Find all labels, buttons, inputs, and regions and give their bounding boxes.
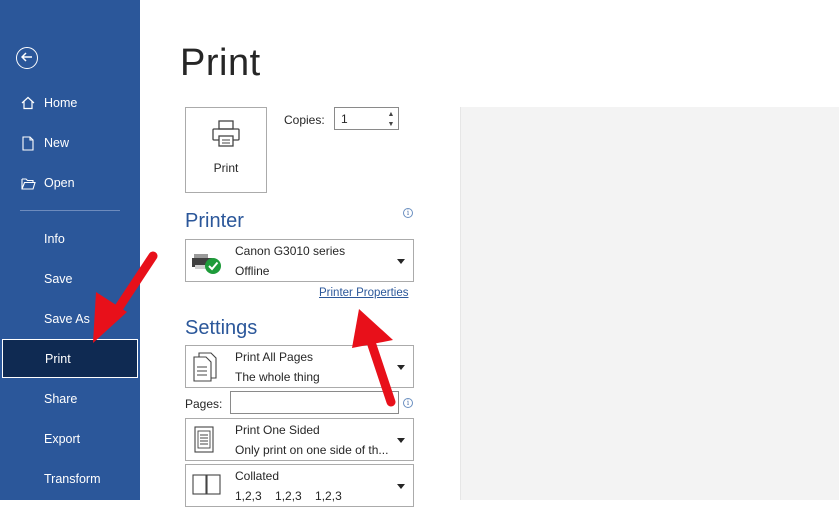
copies-input[interactable] [335,108,389,129]
nav-item-label: New [44,136,70,150]
nav-item-label: Export [44,432,81,446]
nav-item-transform[interactable]: Transform [0,461,140,497]
printer-heading: Printer [185,210,244,232]
nav-item-open[interactable]: Open [0,165,140,201]
printer-status-icon [192,251,222,280]
print-preview-pane [461,107,839,500]
sides-select[interactable]: Print One Sided Only print on one side o… [185,418,414,461]
print-range-select[interactable]: Print All Pages The whole thing [185,345,414,388]
back-button[interactable] [16,47,38,69]
nav-item-share[interactable]: Share [0,381,140,417]
spin-up-icon[interactable]: ▲ [386,109,396,119]
nav-item-save[interactable]: Save [0,261,140,297]
backstage-sidebar: Home New Open Info Save Save As Print Sh… [0,0,140,500]
collation-select[interactable]: Collated 1,2,3 1,2,3 1,2,3 [185,464,414,507]
new-document-icon [20,135,36,151]
nav-item-label: Save As [44,312,90,326]
chevron-down-icon [397,365,405,370]
nav-item-export[interactable]: Export [0,421,140,457]
settings-heading: Settings [185,317,258,339]
info-icon[interactable]: i [403,208,413,218]
nav-item-label: Open [44,176,75,190]
info-icon[interactable]: i [403,398,413,408]
pages-icon [192,352,218,387]
nav-item-label: Print [45,351,71,366]
nav-item-label: Save [44,272,73,286]
collated-icon [192,474,222,501]
one-sided-icon [192,425,218,460]
printer-properties-link[interactable]: Printer Properties [319,287,408,299]
printer-select[interactable]: Canon G3010 series Offline [185,239,414,282]
nav-item-new[interactable]: New [0,125,140,161]
print-range-desc: The whole thing [235,370,320,384]
printer-icon [211,120,241,153]
sides-value: Print One Sided [235,423,320,437]
print-button-label: Print [213,161,239,175]
chevron-down-icon [397,484,405,489]
nav-item-print[interactable]: Print [2,339,138,378]
copies-label: Copies: [284,113,325,127]
nav-item-label: Info [44,232,65,246]
collation-desc: 1,2,3 1,2,3 1,2,3 [235,489,342,503]
sides-desc: Only print on one side of th... [235,443,389,457]
print-button[interactable]: Print [185,107,267,193]
folder-open-icon [20,175,36,191]
nav-item-label: Transform [44,472,101,486]
collation-value: Collated [235,469,280,483]
print-range-value: Print All Pages [235,350,314,364]
printer-status: Offline [235,264,270,278]
nav-item-info[interactable]: Info [0,221,140,257]
nav-item-home[interactable]: Home [0,85,140,121]
chevron-down-icon [397,259,405,264]
back-arrow-icon [20,49,33,67]
sidebar-divider [20,210,120,211]
page-title: Print [180,42,261,84]
copies-stepper[interactable]: ▲ ▼ [334,107,399,130]
nav-item-label: Share [44,392,78,406]
pages-input[interactable] [230,391,399,414]
spin-down-icon[interactable]: ▼ [386,119,396,129]
nav-item-save-as[interactable]: Save As [0,301,140,337]
chevron-down-icon [397,438,405,443]
nav-item-label: Home [44,96,78,110]
pages-label: Pages: [185,397,223,411]
printer-name: Canon G3010 series [235,244,346,258]
home-icon [20,95,36,111]
